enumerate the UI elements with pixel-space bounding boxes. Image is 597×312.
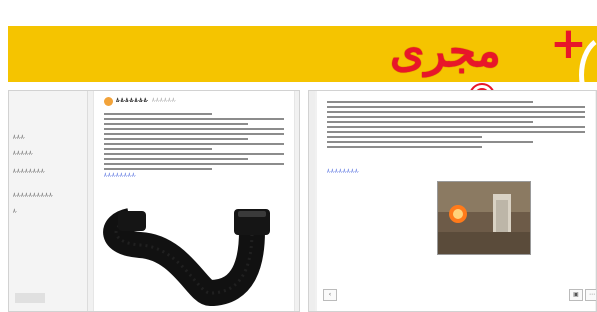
sidebar: Â·Â·Â· Â·Â·Â·Â·Â· Â·Â·Â·Â·Â·Â·Â·Â· Â·Â·Â… bbox=[9, 91, 88, 311]
avatar[interactable] bbox=[104, 97, 113, 106]
more-icon[interactable]: ⋯ bbox=[585, 289, 596, 301]
construction-photo bbox=[438, 182, 530, 254]
post-header: Â·Â·Â·Â·Â·Â·Â· Â·Â·Â·Â·Â·Â· bbox=[104, 97, 286, 107]
post-body bbox=[104, 113, 284, 173]
sidebar-item[interactable]: Â·Â·Â·Â·Â·Â·Â·Â· bbox=[13, 169, 45, 174]
sidebar-item[interactable]: Â·Â·Â·Â·Â· bbox=[13, 151, 33, 156]
p-trap-pipe-icon bbox=[103, 208, 270, 307]
share-icon[interactable]: ‹ bbox=[323, 289, 337, 301]
brand-name: مجری bbox=[390, 26, 501, 77]
post-body bbox=[327, 101, 585, 151]
sidebar-item[interactable]: Â·Â·Â· bbox=[13, 135, 25, 140]
sidebar-item[interactable]: Â·Â·Â·Â·Â·Â·Â·Â·Â·Â· bbox=[13, 193, 53, 198]
post-card: Â·Â·Â·Â·Â·Â·Â· Â·Â·Â·Â·Â·Â· Â·Â·Â·Â·Â·Â·… bbox=[93, 91, 295, 311]
right-screenshot: Â·Â·Â·Â·Â·Â·Â·Â· ‹ ▣ ⋯ bbox=[308, 90, 597, 312]
sidebar-edge bbox=[309, 91, 315, 311]
left-screenshot: Â·Â·Â· Â·Â·Â·Â·Â· Â·Â·Â·Â·Â·Â·Â·Â· Â·Â·Â… bbox=[8, 90, 300, 312]
pipe-image bbox=[100, 201, 288, 309]
post-photo[interactable] bbox=[437, 181, 531, 255]
save-icon[interactable]: ▣ bbox=[569, 289, 583, 301]
post-user[interactable]: Â·Â·Â·Â·Â·Â·Â· bbox=[116, 98, 148, 103]
sidebar-item[interactable]: Â· bbox=[13, 209, 17, 214]
post-card: Â·Â·Â·Â·Â·Â·Â·Â· ‹ ▣ ⋯ bbox=[317, 91, 596, 311]
post-link[interactable]: Â·Â·Â·Â·Â·Â·Â·Â· bbox=[104, 173, 136, 178]
sidebar-thumbnail bbox=[15, 293, 45, 303]
post-link[interactable]: Â·Â·Â·Â·Â·Â·Â·Â· bbox=[327, 169, 359, 174]
post-meta: Â·Â·Â·Â·Â·Â· bbox=[152, 98, 177, 103]
